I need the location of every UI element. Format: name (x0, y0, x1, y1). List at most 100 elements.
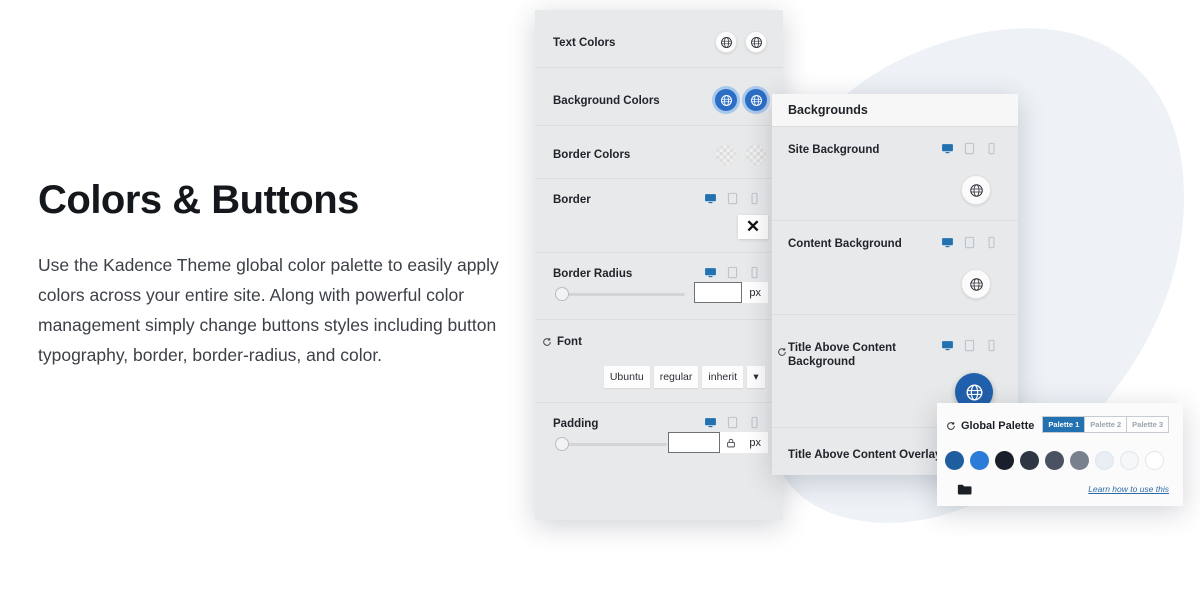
desktop-icon[interactable] (704, 192, 717, 205)
font-controls: Ubuntu regular inherit ▾ (603, 366, 765, 388)
border-clear-button[interactable]: ✕ (738, 215, 768, 239)
palette-swatch-6[interactable] (1070, 451, 1089, 470)
row-label-text-colors: Text Colors (553, 37, 616, 49)
row-font: Font Ubuntu regular inherit ▾ (535, 320, 783, 403)
tablet-icon[interactable] (726, 416, 739, 429)
text-color-swatch-2[interactable] (745, 31, 767, 53)
row-border: Border ✕ (535, 179, 783, 253)
palette-tab-2[interactable]: Palette 2 (1085, 417, 1128, 432)
mobile-icon[interactable] (748, 416, 761, 429)
palette-swatch-row (945, 451, 1164, 470)
padding-value-group: px (668, 432, 768, 453)
mobile-icon[interactable] (985, 142, 998, 155)
row-label-border-radius: Border Radius (553, 268, 633, 280)
reset-icon[interactable] (777, 347, 787, 357)
border-color-swatch-2[interactable] (745, 144, 767, 166)
palette-tab-3[interactable]: Palette 3 (1127, 417, 1168, 432)
title-above-content-device-toggle (941, 339, 998, 352)
row-label-border: Border (553, 194, 591, 206)
row-text-colors: Text Colors (535, 10, 783, 68)
border-radius-unit[interactable]: px (742, 282, 768, 303)
font-style-select[interactable]: inherit (702, 366, 743, 388)
style-options-panel: Text Colors Background Colors Border Col… (535, 10, 783, 520)
border-radius-device-toggle (704, 266, 761, 279)
padding-unit[interactable]: px (742, 432, 768, 453)
row-background-colors: Background Colors (535, 68, 783, 126)
palette-swatch-1[interactable] (945, 451, 964, 470)
row-site-background: Site Background (772, 127, 1018, 221)
border-color-swatch-1[interactable] (715, 144, 737, 166)
page-description: Use the Kadence Theme global color palet… (38, 255, 499, 366)
palette-swatch-7[interactable] (1095, 451, 1114, 470)
globe-icon (720, 36, 732, 48)
globe-icon (750, 36, 762, 48)
palette-swatch-3[interactable] (995, 451, 1014, 470)
slider-knob[interactable] (555, 287, 569, 301)
tablet-icon[interactable] (726, 266, 739, 279)
font-weight-select[interactable]: regular (653, 366, 699, 388)
site-background-color-button[interactable] (961, 175, 991, 205)
row-border-radius: Border Radius px (535, 253, 783, 320)
padding-device-toggle (704, 416, 761, 429)
border-radius-slider[interactable] (555, 287, 685, 301)
globe-icon (720, 94, 732, 106)
mobile-icon[interactable] (985, 339, 998, 352)
palette-tab-1[interactable]: Palette 1 (1043, 417, 1086, 432)
font-family-select[interactable]: Ubuntu (603, 366, 650, 388)
palette-swatch-5[interactable] (1045, 451, 1064, 470)
reset-icon[interactable] (946, 421, 956, 431)
border-radius-value-group: px (694, 282, 768, 303)
border-radius-input[interactable] (694, 282, 743, 303)
mobile-icon[interactable] (748, 192, 761, 205)
palette-swatch-2[interactable] (970, 451, 989, 470)
mobile-icon[interactable] (748, 266, 761, 279)
tablet-icon[interactable] (963, 339, 976, 352)
slider-track (555, 292, 685, 296)
border-device-toggle (704, 192, 761, 205)
palette-help-link[interactable]: Learn how to use this (1088, 484, 1169, 494)
row-label-title-above-content-background: Title Above Content Background (788, 342, 896, 369)
content-background-color-button[interactable] (961, 269, 991, 299)
backgrounds-panel-title: Backgrounds (772, 94, 1018, 127)
intro-copy: Colors & Buttons Use the Kadence Theme gl… (38, 178, 508, 370)
globe-icon (969, 183, 983, 197)
background-color-swatch-1[interactable] (715, 89, 737, 111)
slider-knob[interactable] (555, 437, 569, 451)
mobile-icon[interactable] (985, 236, 998, 249)
tablet-icon[interactable] (963, 236, 976, 249)
tablet-icon[interactable] (726, 192, 739, 205)
palette-tab-group: Palette 1 Palette 2 Palette 3 (1042, 416, 1169, 433)
page-root: Text Colors Background Colors Border Col… (0, 0, 1200, 595)
row-label-border-colors: Border Colors (553, 149, 631, 161)
reset-icon[interactable] (542, 337, 552, 347)
padding-input[interactable] (668, 432, 721, 453)
padding-link-lock-button[interactable] (720, 432, 743, 453)
border-colors-swatches (715, 144, 767, 166)
desktop-icon[interactable] (941, 142, 954, 155)
desktop-icon[interactable] (704, 416, 717, 429)
palette-swatch-9[interactable] (1145, 451, 1164, 470)
palette-swatch-8[interactable] (1120, 451, 1139, 470)
palette-folder-button[interactable] (957, 483, 973, 501)
lock-icon (727, 438, 736, 447)
desktop-icon[interactable] (941, 236, 954, 249)
site-background-device-toggle (941, 142, 998, 155)
title-above-content-reset-button[interactable] (777, 347, 787, 357)
global-palette-popup: Global Palette Palette 1 Palette 2 Palet… (937, 403, 1183, 506)
row-content-background: Content Background (772, 221, 1018, 315)
tablet-icon[interactable] (963, 142, 976, 155)
folder-icon (957, 484, 972, 495)
row-padding: Padding px (535, 403, 783, 475)
text-color-swatch-1[interactable] (715, 31, 737, 53)
desktop-icon[interactable] (941, 339, 954, 352)
desktop-icon[interactable] (704, 266, 717, 279)
row-label-title-above-content-overlay: Title Above Content Overlay (788, 449, 942, 461)
padding-slider[interactable] (555, 437, 667, 451)
row-label-content-background: Content Background (788, 238, 902, 250)
palette-swatch-4[interactable] (1020, 451, 1039, 470)
page-title: Colors & Buttons (38, 178, 359, 222)
font-more-dropdown[interactable]: ▾ (747, 366, 765, 388)
background-color-swatch-2[interactable] (745, 89, 767, 111)
background-colors-swatches (715, 89, 767, 111)
row-label-padding: Padding (553, 418, 599, 430)
